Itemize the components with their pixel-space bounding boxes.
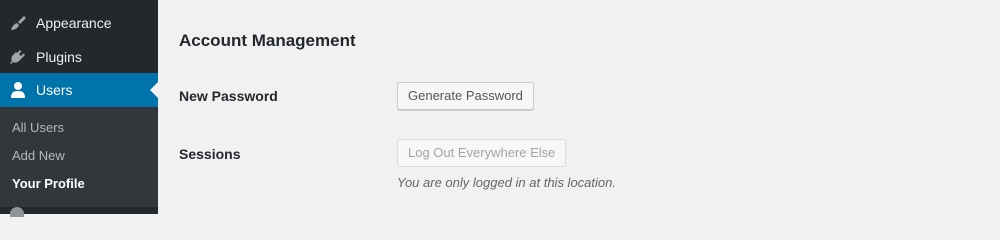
sessions-label: Sessions: [179, 146, 241, 162]
section-title: Account Management: [179, 31, 356, 50]
wp-admin-screen: Appearance Plugins Users All Users Add N…: [0, 0, 1000, 217]
submenu-item-add-new[interactable]: Add New: [12, 148, 65, 164]
sidebar-item-label: Users: [36, 82, 73, 98]
profile-content: Account Management New Password Generate…: [158, 0, 1000, 214]
new-password-label: New Password: [179, 88, 278, 104]
submenu-item-all-users[interactable]: All Users: [12, 120, 64, 136]
sessions-description: You are only logged in at this location.: [397, 175, 616, 190]
sidebar-item-users[interactable]: Users: [0, 73, 158, 107]
paintbrush-icon: [8, 13, 28, 33]
users-submenu: All Users Add New Your Profile: [0, 107, 158, 207]
submenu-item-your-profile[interactable]: Your Profile: [12, 176, 85, 192]
next-menu-icon: [10, 207, 24, 217]
plugin-icon: [8, 47, 28, 67]
logout-everywhere-button[interactable]: Log Out Everywhere Else: [397, 139, 567, 167]
user-icon: [8, 80, 28, 100]
sidebar-item-label: Plugins: [36, 49, 82, 65]
sidebar-item-label: Appearance: [36, 15, 112, 31]
sidebar-item-plugins[interactable]: Plugins: [0, 40, 158, 74]
sidebar-item-appearance[interactable]: Appearance: [0, 6, 158, 40]
generate-password-button[interactable]: Generate Password: [397, 82, 534, 110]
admin-sidebar: Appearance Plugins Users All Users Add N…: [0, 0, 158, 217]
